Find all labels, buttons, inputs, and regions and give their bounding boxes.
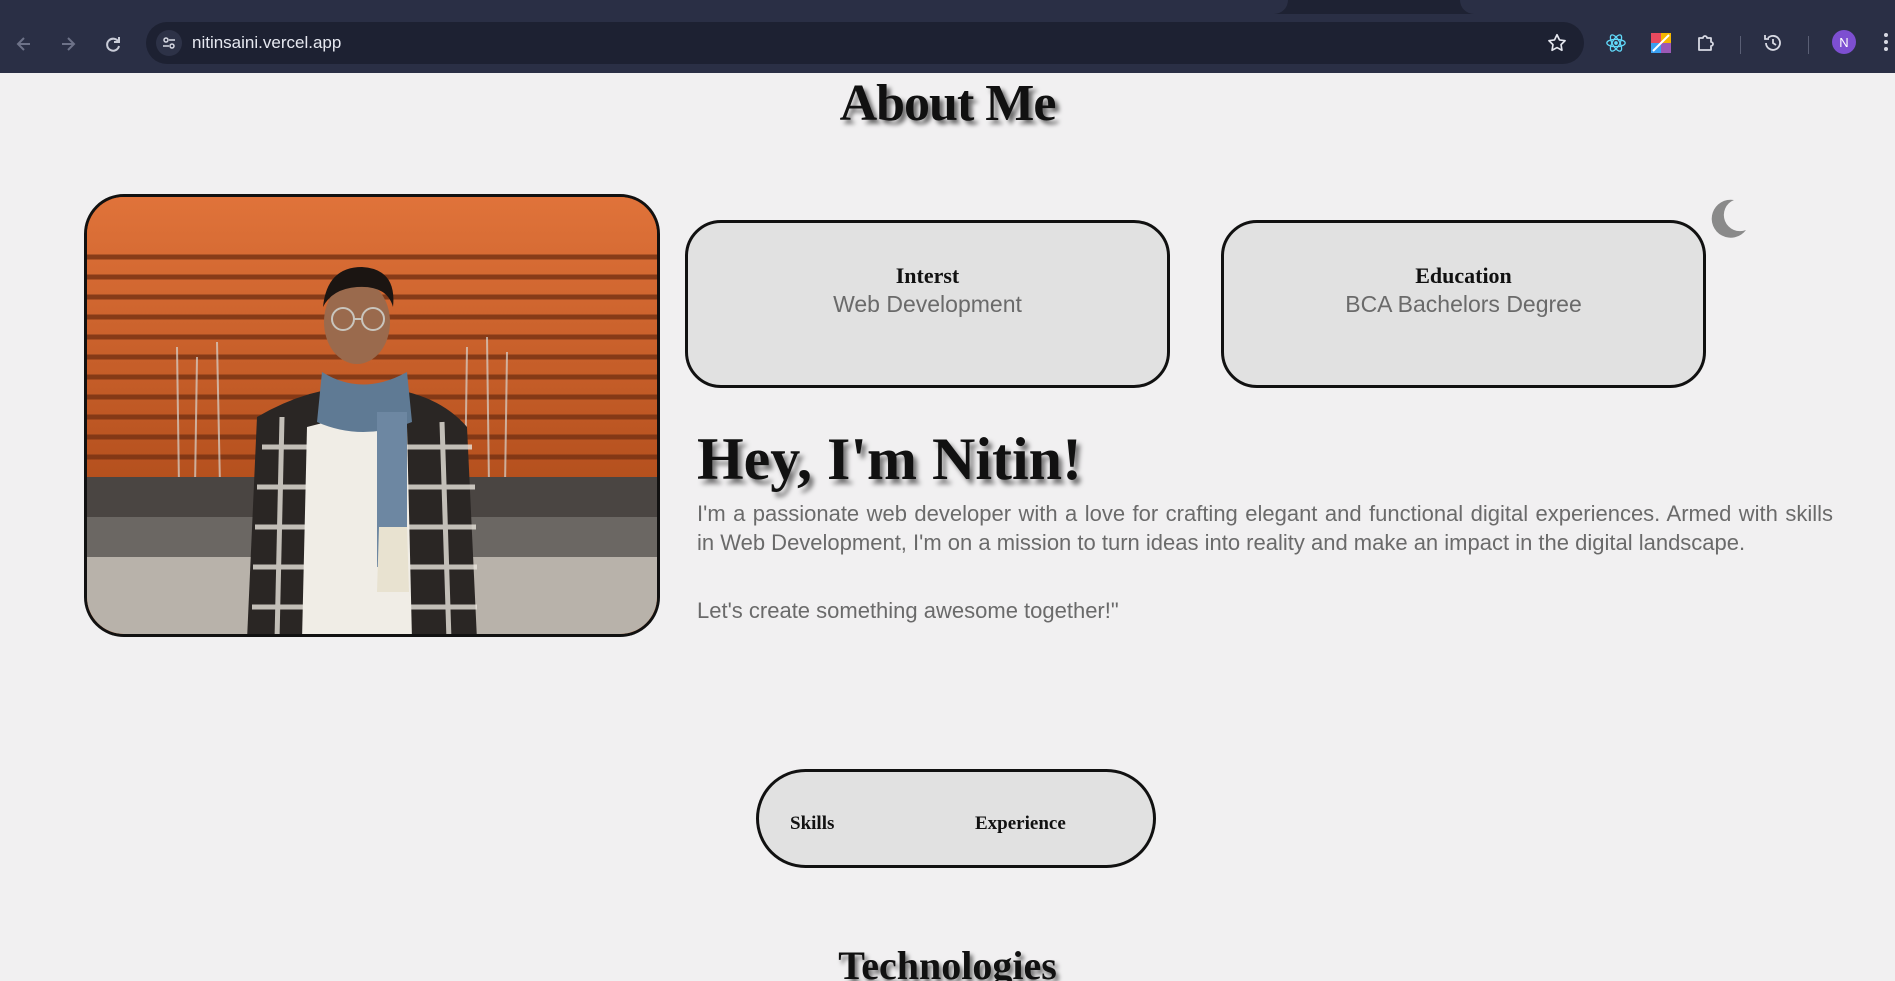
site-info-button[interactable]	[156, 30, 182, 56]
profile-photo	[84, 194, 660, 637]
history-icon	[1764, 35, 1781, 51]
interest-card-title: Interst	[895, 263, 960, 288]
interest-card: Interst Web Development	[685, 220, 1170, 388]
profile-avatar[interactable]: N	[1832, 30, 1856, 54]
address-bar[interactable]: nitinsaini.vercel.app	[146, 22, 1584, 64]
education-card-title: Education	[1415, 263, 1512, 288]
forward-button[interactable]	[50, 14, 86, 73]
puzzle-icon	[1698, 35, 1714, 51]
education-card-value: BCA Bachelors Degree	[1345, 291, 1582, 317]
color-palette-icon	[1651, 33, 1671, 53]
history-button[interactable]	[1760, 30, 1786, 56]
active-tab-edge[interactable]	[0, 0, 1288, 14]
browser-menu-button[interactable]	[1882, 30, 1890, 54]
arrow-right-icon	[62, 36, 76, 51]
about-heading: About Me	[839, 75, 1057, 132]
react-devtools-extension[interactable]	[1603, 30, 1629, 56]
extensions-button[interactable]	[1693, 30, 1719, 56]
url-text[interactable]: nitinsaini.vercel.app	[192, 33, 341, 53]
tab-skills[interactable]: Skills	[790, 813, 834, 835]
hero-title: Hey, I'm Nitin!	[697, 426, 1082, 492]
tab-strip	[0, 0, 1895, 14]
tune-icon	[163, 37, 175, 49]
moon-icon[interactable]	[1706, 196, 1750, 240]
inactive-tab-edge[interactable]	[1460, 0, 1895, 14]
education-card: Education BCA Bachelors Degree	[1221, 220, 1706, 388]
skills-experience-toggle: Skills Experience	[756, 769, 1156, 868]
browser-toolbar: nitinsaini.vercel.app	[0, 14, 1895, 73]
bio-paragraph: I'm a passionate web developer with a lo…	[697, 501, 1833, 555]
arrow-left-icon	[16, 36, 30, 51]
toolbar-separator	[1740, 36, 1741, 54]
technologies-heading: Technologies	[838, 943, 1057, 981]
react-icon	[1606, 34, 1626, 52]
tab-experience[interactable]: Experience	[975, 813, 1066, 835]
color-extension[interactable]	[1648, 30, 1674, 56]
reload-icon	[106, 36, 120, 52]
back-button[interactable]	[6, 14, 42, 73]
bookmark-star-icon[interactable]	[1546, 32, 1568, 54]
interest-card-value: Web Development	[833, 291, 1022, 317]
profile-photo-illustration	[87, 197, 657, 634]
reload-button[interactable]	[95, 14, 131, 73]
toolbar-separator	[1808, 36, 1809, 54]
cta-text: Let's create something awesome together!…	[697, 598, 1119, 623]
